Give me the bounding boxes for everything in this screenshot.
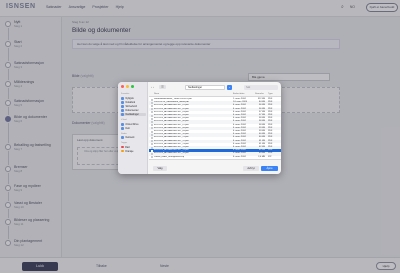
column-kind[interactable]: Type (268, 93, 273, 95)
chevron-down-icon[interactable]: ⌄ (227, 84, 232, 90)
locations-heading: Steder (121, 132, 127, 135)
open-button[interactable]: Åpne (261, 166, 278, 171)
close-window-icon[interactable] (121, 85, 124, 88)
document-icon (151, 156, 153, 159)
tags-heading: Tagger (121, 141, 128, 144)
sidebar-item-favourite-2[interactable]: Notatbok (121, 100, 136, 104)
sidebar-item-tag-1[interactable]: Rød (121, 146, 130, 149)
favourites-heading: Favoritter (121, 93, 130, 95)
file-list: Søknadsdokument_Tilbud 2024-01.pdf 1. mar… (149, 97, 281, 159)
file-open-dialog: Favoritter Nyligvis Notatbok Skrivebord Doku… (118, 82, 281, 174)
folder-icon (121, 126, 124, 130)
cancel-button[interactable]: Avbryt (243, 166, 259, 171)
sidebar-item-tag-2[interactable]: Oransje (121, 150, 133, 153)
tag-color-icon (121, 149, 124, 153)
tag-color-icon (121, 145, 124, 149)
folder-icon (121, 136, 124, 140)
sidebar-item-favourite-1[interactable]: Nyligvis (121, 96, 134, 100)
sidebar-item-label: Oransje (125, 149, 134, 153)
folder-icon (121, 100, 124, 104)
column-size[interactable]: Størrelse (255, 93, 264, 95)
sidebar-item-label: Skrivebord (125, 105, 137, 108)
sidebar-item-label: Rød (125, 145, 130, 149)
minimize-window-icon[interactable] (126, 85, 129, 88)
icloud-heading: iCloud (121, 119, 127, 122)
list-view-icon[interactable]: ☰ (159, 84, 166, 89)
back-forward-icon[interactable]: ‹ › (151, 85, 154, 89)
sidebar-item-label: iCloud Drive (125, 122, 139, 126)
sidebar-item-label: Nedlastinger (125, 113, 139, 117)
dialog-toolbar: ‹ › ☰ Nedlastinger ⌄ Søk (149, 82, 281, 92)
sidebar-item-label: Delt (125, 126, 130, 130)
sidebar-item-icloud-1[interactable]: iCloud Drive (121, 122, 139, 126)
sidebar-item-favourite-3[interactable]: Skrivebord (121, 105, 137, 108)
dialog-sidebar: Favoritter Nyligvis Notatbok Skrivebord Doku… (118, 82, 148, 174)
folder-icon (121, 96, 124, 100)
folder-icon (121, 113, 124, 117)
folder-icon (121, 122, 124, 126)
column-date[interactable]: Endret dato (233, 93, 244, 95)
sidebar-item-label: Notatbok (125, 100, 136, 104)
dialog-search-input[interactable]: Søk (244, 84, 278, 90)
sidebar-item-icloud-2[interactable]: Delt (121, 126, 130, 130)
column-name[interactable]: Navn (154, 93, 159, 95)
folder-selector[interactable]: Nedlastinger (185, 84, 225, 90)
sidebar-item-favourite-4[interactable]: Dokumenter (121, 109, 139, 113)
sidebar-item-label: Dokumenter (125, 109, 139, 113)
options-button[interactable]: Valg (153, 166, 167, 171)
folder-icon (121, 109, 124, 113)
sidebar-item-label: Nyligvis (125, 96, 134, 100)
folder-icon (121, 105, 124, 108)
sidebar-item-location-1[interactable]: Nettverk (121, 136, 135, 140)
sidebar-item-favourite-5[interactable]: Nedlastinger (120, 113, 146, 117)
dialog-footer: Valg Avbryt Åpne (149, 159, 281, 174)
zoom-window-icon[interactable] (131, 85, 134, 88)
sidebar-item-label: Nettverk (125, 136, 135, 140)
